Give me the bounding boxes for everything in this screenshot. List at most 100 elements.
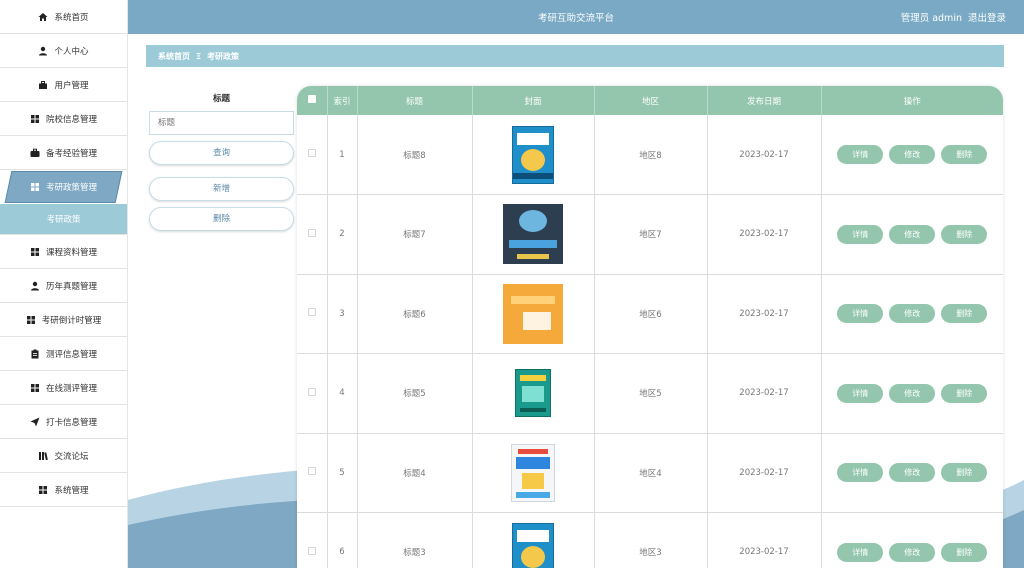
delete-button[interactable]: 删除 <box>941 542 988 562</box>
row-select-cell <box>297 194 328 275</box>
row-checkbox[interactable] <box>307 149 316 157</box>
row-select-cell <box>297 115 328 195</box>
cover-image[interactable] <box>511 443 555 502</box>
grid-icon <box>30 182 40 192</box>
sidebar-item-courses[interactable]: 课程资料管理 <box>0 235 127 269</box>
sidebar-item-schools[interactable]: 院校信息管理 <box>0 102 127 136</box>
detail-button[interactable]: 详情 <box>837 542 884 562</box>
delete-button[interactable]: 删除 <box>941 383 988 403</box>
breadcrumb-home[interactable]: 系统首页 <box>158 51 190 62</box>
delete-button[interactable]: 删除 <box>941 304 988 324</box>
sidebar-item-label: 系统管理 <box>54 485 89 496</box>
sidebar-item-label: 打卡信息管理 <box>45 417 97 428</box>
cover-image[interactable] <box>512 125 554 184</box>
cover-image[interactable] <box>512 523 554 568</box>
query-button[interactable]: 查询 <box>149 141 294 165</box>
row-checkbox[interactable] <box>307 546 316 555</box>
title-search-input[interactable] <box>149 111 294 135</box>
search-label: 标题 <box>212 94 230 104</box>
row-actions: 详情 修改 删除 <box>821 194 1003 275</box>
table-header-row: 索引 标题 封面 地区 发布日期 操作 <box>297 86 1003 115</box>
row-actions: 详情 修改 删除 <box>821 512 1003 568</box>
delete-button[interactable]: 删除 <box>941 463 988 483</box>
cover-image[interactable] <box>503 204 563 265</box>
sidebar-item-experience[interactable]: 备考经验管理 <box>0 136 127 170</box>
row-date: 2023-02-17 <box>707 512 822 568</box>
row-checkbox[interactable] <box>307 467 316 476</box>
logout-link[interactable]: 退出登录 <box>968 10 1006 24</box>
sidebar-item-label: 在线测评管理 <box>45 383 97 394</box>
select-all-header <box>297 86 328 115</box>
row-title: 标题4 <box>357 433 473 513</box>
sidebar-item-system[interactable]: 系统管理 <box>0 473 127 507</box>
user-icon <box>38 46 48 56</box>
sidebar-subitem-policy[interactable]: 考研政策 <box>0 204 127 235</box>
row-checkbox[interactable] <box>307 228 316 237</box>
detail-button[interactable]: 详情 <box>837 145 884 164</box>
edit-button[interactable]: 修改 <box>889 224 936 244</box>
sidebar-item-assessment-info[interactable]: 测评信息管理 <box>0 337 127 371</box>
table-row: 2 标题7 地区7 2023-02-17 详情 修改 删除 <box>297 194 1003 275</box>
sidebar-item-home[interactable]: 系统首页 <box>0 0 127 34</box>
batch-delete-button[interactable]: 删除 <box>149 207 294 231</box>
row-checkbox[interactable] <box>307 308 316 317</box>
row-cover-cell <box>472 274 595 354</box>
delete-button[interactable]: 删除 <box>941 224 988 244</box>
sidebar-item-label: 系统首页 <box>54 12 89 23</box>
edit-button[interactable]: 修改 <box>889 463 936 483</box>
row-cover-cell <box>472 433 595 513</box>
sidebar-item-online-assessment[interactable]: 在线测评管理 <box>0 371 127 405</box>
detail-button[interactable]: 详情 <box>837 224 884 244</box>
detail-button[interactable]: 详情 <box>837 383 884 403</box>
sidebar-item-label: 测评信息管理 <box>45 349 97 360</box>
row-region: 地区8 <box>594 115 708 195</box>
detail-button[interactable]: 详情 <box>837 304 884 324</box>
detail-button[interactable]: 详情 <box>837 463 884 483</box>
row-cover-cell <box>472 512 595 568</box>
row-actions: 详情 修改 删除 <box>821 353 1003 434</box>
sidebar: 系统首页 个人中心 用户管理 院校信息管理 备考经验管理 考研政策管理 考研政策… <box>0 0 128 568</box>
edit-button[interactable]: 修改 <box>889 383 936 403</box>
policy-table: 索引 标题 封面 地区 发布日期 操作 1 标题8 地区8 2023-02-17… <box>297 86 1003 568</box>
sidebar-item-forum[interactable]: 交流论坛 <box>0 439 127 473</box>
row-index: 3 <box>327 274 358 354</box>
current-user: 管理员 admin <box>900 13 962 24</box>
grid-icon <box>30 114 40 124</box>
sidebar-item-checkin[interactable]: 打卡信息管理 <box>0 405 127 439</box>
row-date: 2023-02-17 <box>707 433 822 513</box>
row-region: 地区6 <box>594 274 708 354</box>
cover-image[interactable] <box>503 283 563 344</box>
sidebar-item-label: 用户管理 <box>54 80 89 91</box>
row-region: 地区5 <box>594 353 708 434</box>
row-cover-cell <box>472 353 595 434</box>
cover-image[interactable] <box>515 369 551 418</box>
sidebar-item-users[interactable]: 用户管理 <box>0 68 127 102</box>
user-icon <box>30 281 40 291</box>
sidebar-item-label: 考研政策管理 <box>45 183 97 193</box>
add-button[interactable]: 新增 <box>149 177 294 201</box>
breadcrumb: 系统首页 Ξ 考研政策 <box>146 45 1004 67</box>
edit-button[interactable]: 修改 <box>889 145 936 164</box>
row-index: 6 <box>327 512 358 568</box>
row-index: 5 <box>327 433 358 513</box>
select-all-checkbox[interactable] <box>307 95 316 103</box>
row-date: 2023-02-17 <box>707 194 822 275</box>
sidebar-item-past-exams[interactable]: 历年真题管理 <box>0 269 127 303</box>
edit-button[interactable]: 修改 <box>889 304 936 324</box>
row-region: 地区3 <box>594 512 708 568</box>
sidebar-item-profile[interactable]: 个人中心 <box>0 34 127 68</box>
breadcrumb-separator: Ξ <box>196 51 202 61</box>
row-date: 2023-02-17 <box>707 274 822 354</box>
row-region: 地区7 <box>594 194 708 275</box>
delete-button[interactable]: 删除 <box>941 145 988 164</box>
edit-button[interactable]: 修改 <box>889 542 936 562</box>
grid-icon <box>30 247 40 257</box>
sidebar-item-label: 备考经验管理 <box>45 148 97 159</box>
sidebar-item-policy[interactable]: 考研政策管理 <box>0 171 127 203</box>
row-title: 标题6 <box>357 274 473 354</box>
row-checkbox[interactable] <box>307 387 316 396</box>
app-title: 考研互助交流平台 <box>537 13 614 24</box>
row-title: 标题7 <box>357 194 473 275</box>
row-title: 标题8 <box>357 115 473 195</box>
sidebar-item-countdown[interactable]: 考研倒计时管理 <box>0 303 127 337</box>
